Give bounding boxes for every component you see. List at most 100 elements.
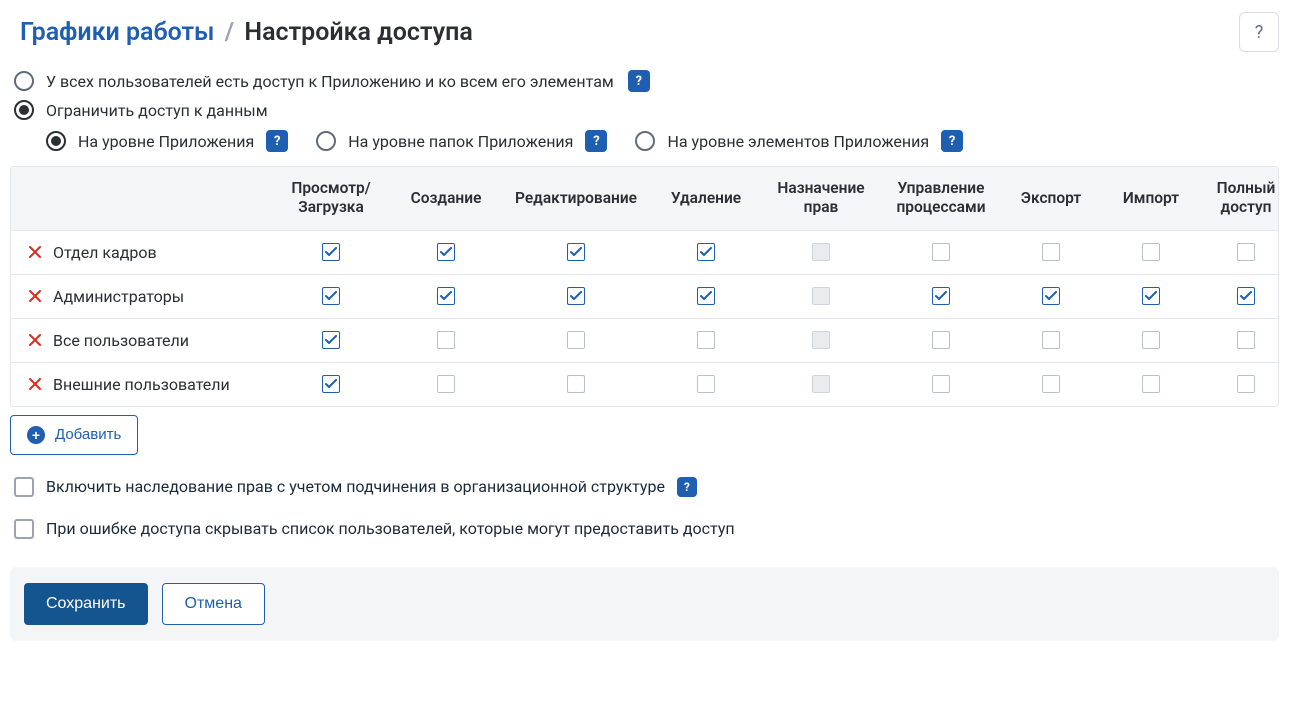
remove-row-icon[interactable]	[29, 378, 41, 390]
perm-checkbox-export[interactable]	[1042, 287, 1060, 305]
table-row: Администраторы	[11, 275, 1278, 319]
perm-cell-assign	[761, 319, 881, 361]
perm-cell-create	[391, 363, 501, 405]
perm-cell-full	[1201, 275, 1279, 317]
perm-checkbox-view[interactable]	[322, 375, 340, 393]
remove-row-icon[interactable]	[29, 290, 41, 302]
th-delete: Удаление	[651, 177, 761, 220]
perm-cell-process	[881, 231, 1001, 273]
row-name-label: Администраторы	[53, 287, 184, 306]
access-radio-all-label: У всех пользователей есть доступ к Прило…	[46, 72, 614, 91]
remove-row-icon[interactable]	[29, 246, 41, 258]
cancel-button[interactable]: Отмена	[162, 583, 265, 625]
hint-icon[interactable]: ?	[585, 130, 607, 152]
perm-checkbox-delete[interactable]	[697, 331, 715, 349]
perm-checkbox-full[interactable]	[1237, 331, 1255, 349]
th-assign: Назначениеправ	[761, 167, 881, 230]
perm-checkbox-full[interactable]	[1237, 243, 1255, 261]
perm-checkbox-full[interactable]	[1237, 287, 1255, 305]
perm-checkbox-export[interactable]	[1042, 375, 1060, 393]
inherit-checkbox[interactable]	[14, 477, 34, 497]
permissions-table: Просмотр/Загрузка Создание Редактировани…	[10, 166, 1279, 407]
th-export: Экспорт	[1001, 177, 1101, 220]
perm-cell-edit	[501, 275, 651, 317]
remove-row-icon[interactable]	[29, 334, 41, 346]
hint-icon[interactable]: ?	[628, 70, 650, 92]
row-name-label: Отдел кадров	[53, 243, 157, 262]
level-radio-elements[interactable]: На уровне элементов Приложения	[635, 131, 929, 151]
perm-cell-export	[1001, 363, 1101, 405]
perm-checkbox-delete[interactable]	[697, 287, 715, 305]
perm-cell-delete	[651, 275, 761, 317]
perm-cell-create	[391, 319, 501, 361]
level-radio-app[interactable]: На уровне Приложения	[46, 131, 254, 151]
table-row: Внешние пользователи	[11, 363, 1278, 406]
perm-checkbox-full[interactable]	[1237, 375, 1255, 393]
perm-checkbox-process[interactable]	[932, 331, 950, 349]
perm-checkbox-delete[interactable]	[697, 243, 715, 261]
row-name-cell: Администраторы	[11, 275, 271, 318]
hide-users-label: При ошибке доступа скрывать список польз…	[46, 519, 735, 538]
perm-cell-full	[1201, 363, 1279, 405]
perm-checkbox-create[interactable]	[437, 243, 455, 261]
perm-checkbox-edit[interactable]	[567, 287, 585, 305]
breadcrumb-parent-link[interactable]: Графики работы	[20, 18, 214, 47]
help-button[interactable]: ?	[1239, 12, 1279, 52]
perm-checkbox-import[interactable]	[1142, 287, 1160, 305]
breadcrumb-separator: /	[225, 18, 235, 47]
perm-checkbox-view[interactable]	[322, 287, 340, 305]
perm-checkbox-create[interactable]	[437, 375, 455, 393]
radio-icon	[46, 131, 66, 151]
hint-icon[interactable]: ?	[677, 477, 697, 497]
th-name	[11, 186, 271, 210]
perm-checkbox-create[interactable]	[437, 331, 455, 349]
hint-icon[interactable]: ?	[941, 130, 963, 152]
perm-cell-view	[271, 319, 391, 361]
perm-checkbox-assign	[812, 287, 830, 305]
perm-checkbox-import[interactable]	[1142, 331, 1160, 349]
perm-cell-create	[391, 231, 501, 273]
perm-cell-import	[1101, 275, 1201, 317]
perm-cell-full	[1201, 231, 1279, 273]
add-button[interactable]: + Добавить	[10, 415, 138, 455]
perm-checkbox-process[interactable]	[932, 375, 950, 393]
perm-checkbox-export[interactable]	[1042, 243, 1060, 261]
perm-checkbox-create[interactable]	[437, 287, 455, 305]
breadcrumb: Графики работы / Настройка доступа	[20, 18, 473, 47]
radio-icon	[14, 71, 34, 91]
save-button[interactable]: Сохранить	[24, 583, 148, 625]
th-import: Импорт	[1101, 177, 1201, 220]
perm-checkbox-process[interactable]	[932, 243, 950, 261]
access-radio-all[interactable]: У всех пользователей есть доступ к Прило…	[14, 71, 614, 91]
page-title: Настройка доступа	[244, 18, 472, 47]
perm-checkbox-edit[interactable]	[567, 375, 585, 393]
perm-checkbox-view[interactable]	[322, 243, 340, 261]
perm-checkbox-edit[interactable]	[567, 243, 585, 261]
th-process: Управлениепроцессами	[881, 167, 1001, 230]
perm-checkbox-process[interactable]	[932, 287, 950, 305]
hide-users-checkbox[interactable]	[14, 519, 34, 539]
perm-cell-import	[1101, 363, 1201, 405]
table-row: Отдел кадров	[11, 231, 1278, 275]
perm-cell-process	[881, 363, 1001, 405]
perm-cell-edit	[501, 319, 651, 361]
perm-cell-assign	[761, 275, 881, 317]
perm-cell-edit	[501, 231, 651, 273]
perm-cell-export	[1001, 231, 1101, 273]
row-name-cell: Все пользователи	[11, 319, 271, 362]
th-create: Создание	[391, 177, 501, 220]
perm-checkbox-delete[interactable]	[697, 375, 715, 393]
perm-checkbox-import[interactable]	[1142, 243, 1160, 261]
perm-checkbox-import[interactable]	[1142, 375, 1160, 393]
hint-icon[interactable]: ?	[266, 130, 288, 152]
perm-checkbox-edit[interactable]	[567, 331, 585, 349]
row-name-label: Все пользователи	[53, 331, 189, 350]
perm-checkbox-export[interactable]	[1042, 331, 1060, 349]
level-radio-folders[interactable]: На уровне папок Приложения	[316, 131, 573, 151]
th-full: Полныйдоступ	[1201, 167, 1279, 230]
access-radio-restrict[interactable]: Ограничить доступ к данным	[14, 100, 268, 120]
radio-icon	[14, 100, 34, 120]
perm-cell-assign	[761, 231, 881, 273]
perm-checkbox-view[interactable]	[322, 331, 340, 349]
perm-cell-full	[1201, 319, 1279, 361]
